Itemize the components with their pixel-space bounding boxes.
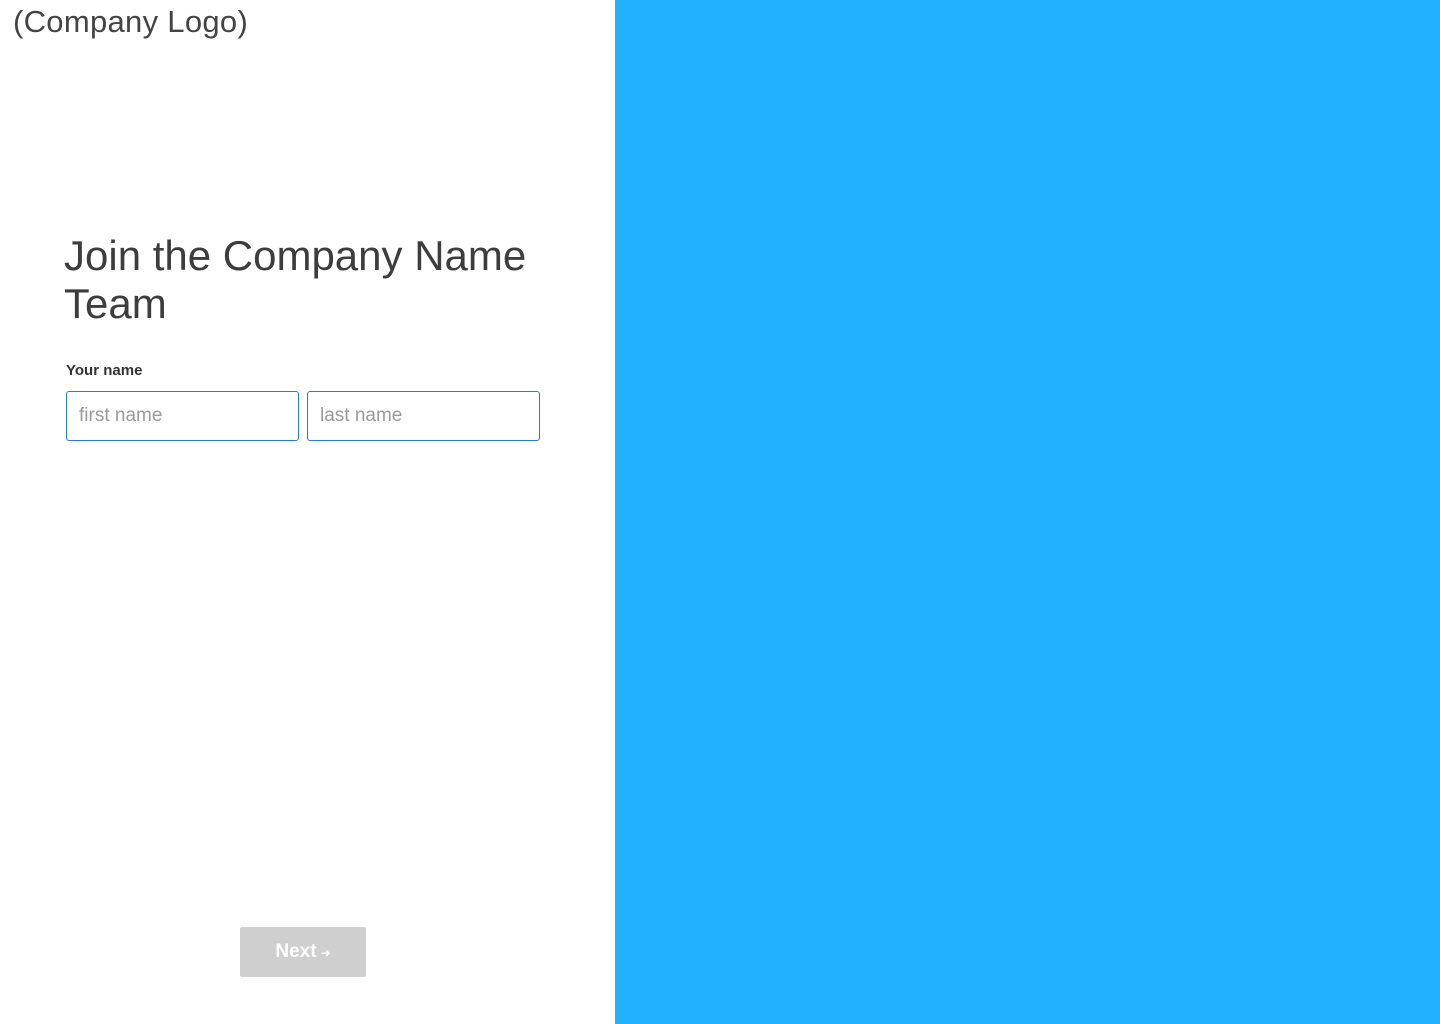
signup-page: (Company Logo) Join the Company Name Tea… xyxy=(0,0,1440,1024)
page-title: Join the Company Name Team xyxy=(64,232,527,327)
form-panel: (Company Logo) Join the Company Name Tea… xyxy=(0,0,615,1024)
your-name-label: Your name xyxy=(66,362,143,379)
decorative-side-panel xyxy=(615,0,1440,1024)
first-name-input[interactable] xyxy=(66,391,299,441)
last-name-input[interactable] xyxy=(307,391,540,441)
company-logo: (Company Logo) xyxy=(13,4,249,39)
arrow-right-icon: ➜ xyxy=(320,946,331,960)
next-button-label: Next xyxy=(275,941,317,962)
next-button[interactable]: Next ➜ xyxy=(240,927,366,977)
